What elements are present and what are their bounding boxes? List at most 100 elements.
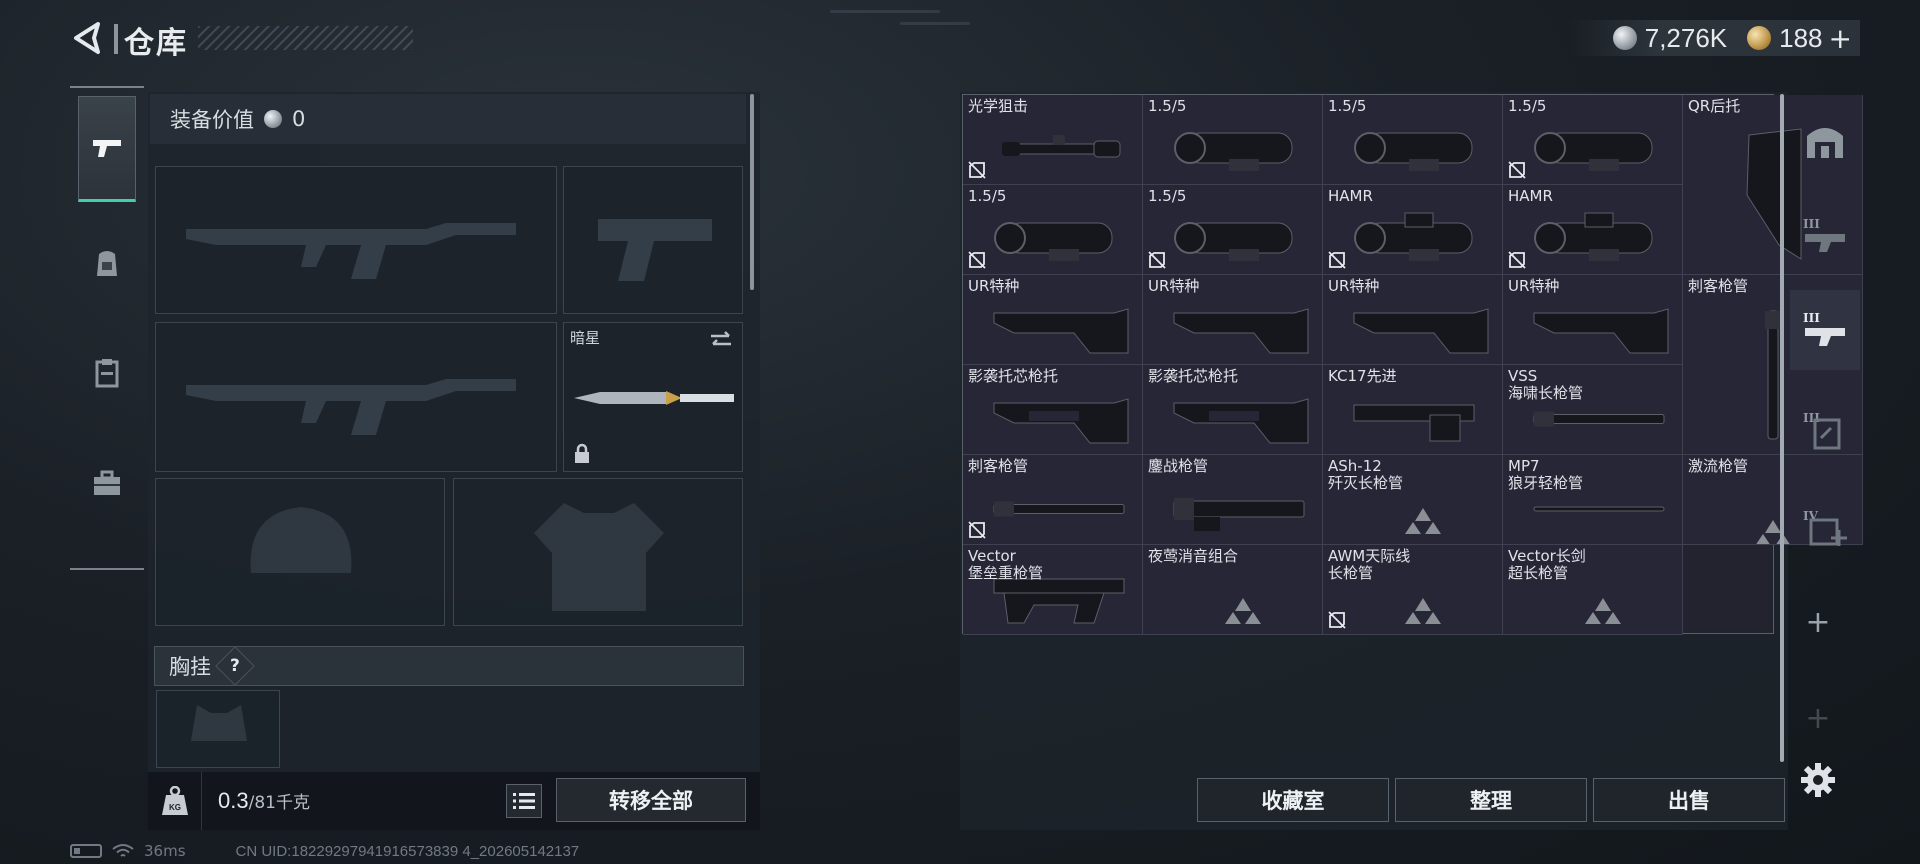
- status-bar: 36ms CN UID:18229297941916573839 4_20260…: [70, 842, 579, 860]
- storage-item-name: 1.5/5: [968, 187, 1007, 205]
- silver-currency-value: 7,276K: [1644, 22, 1728, 53]
- storage-grid: 光学狙击 1.5/5 1.5/5 1.5/5 QR后托 1.5/5 1.5/5 H…: [962, 94, 1863, 635]
- item-stock-icon: [1353, 308, 1489, 354]
- tab-storage-3[interactable]: III: [1790, 196, 1860, 276]
- sidearm-slot[interactable]: [563, 166, 743, 314]
- ping-value: 36ms: [144, 842, 186, 860]
- clipboard-icon: [95, 359, 119, 388]
- tab-weapons[interactable]: [78, 96, 136, 202]
- background-streak: [830, 10, 940, 13]
- chest-rig-slot[interactable]: [156, 690, 280, 768]
- storage-item-name: 光学狙击: [968, 97, 1029, 115]
- storage-item[interactable]: Vector长剑 超长枪管: [1503, 545, 1683, 635]
- bound-item-icon: [1508, 161, 1526, 179]
- storage-item[interactable]: 夜莺消音组合: [1143, 545, 1323, 635]
- storage-item[interactable]: ASh-12 歼灭长枪管: [1323, 455, 1503, 545]
- storage-scrollbar[interactable]: [1780, 94, 1784, 762]
- storage-item[interactable]: AWM天际线 长枪管: [1323, 545, 1503, 635]
- rifle-silhouette-icon: [186, 379, 516, 435]
- storage-item[interactable]: 1.5/5: [1143, 185, 1323, 275]
- storage-item-name: 1.5/5: [1148, 187, 1187, 205]
- list-view-button[interactable]: [506, 784, 542, 818]
- storage-item-name: AWM天际线 长枪管: [1328, 547, 1411, 582]
- chest-rig-silhouette-icon: [191, 705, 247, 741]
- storage-item[interactable]: 光学狙击: [963, 95, 1143, 185]
- storage-item[interactable]: VSS 海啸长枪管: [1503, 365, 1683, 455]
- rarity-triangles-icon: [1405, 508, 1441, 534]
- primary-weapon-slot[interactable]: [155, 166, 557, 314]
- storage-item[interactable]: UR特种: [1323, 275, 1503, 365]
- carry-weight-max: /81千克: [248, 793, 310, 813]
- tab-supplies[interactable]: [78, 430, 136, 536]
- item-barrel-vertical-icon: [1765, 310, 1781, 440]
- equipment-scrollbar[interactable]: [750, 94, 754, 290]
- melee-item-name: 暗星: [570, 329, 601, 347]
- storage-item[interactable]: 1.5/5: [963, 185, 1143, 275]
- melee-slot[interactable]: 暗星: [563, 322, 743, 472]
- storage-item-name: 影袭托芯枪托: [968, 367, 1059, 385]
- storage-item[interactable]: 刺客枪管: [963, 455, 1143, 545]
- storage-item[interactable]: HAMR: [1323, 185, 1503, 275]
- storage-item-name: 1.5/5: [1328, 97, 1367, 115]
- swap-icon[interactable]: [708, 327, 734, 353]
- bound-item-icon: [968, 521, 986, 539]
- storage-item-name: KC17先进: [1328, 367, 1397, 385]
- rarity-triangles-icon: [1405, 598, 1441, 624]
- carry-weight-current: 0.3: [218, 788, 249, 813]
- transfer-all-button[interactable]: 转移全部: [556, 778, 746, 822]
- collection-room-button[interactable]: 收藏室: [1197, 778, 1389, 822]
- svg-text:III: III: [1803, 217, 1820, 231]
- storage-item[interactable]: KC17先进: [1323, 365, 1503, 455]
- tab-armor[interactable]: [78, 320, 136, 426]
- helmet-slot[interactable]: [155, 478, 445, 626]
- silver-coin-icon: [264, 110, 282, 128]
- settings-gear-icon[interactable]: [1800, 762, 1836, 798]
- weight-kg-icon: KG: [148, 772, 202, 830]
- storage-item[interactable]: HAMR: [1503, 185, 1683, 275]
- add-storage-button[interactable]: +: [1800, 604, 1836, 640]
- storage-item[interactable]: 1.5/5: [1323, 95, 1503, 185]
- organize-button[interactable]: 整理: [1395, 778, 1587, 822]
- backpack-icon: [97, 251, 117, 276]
- storage-item[interactable]: 影袭托芯枪托: [1143, 365, 1323, 455]
- secondary-weapon-slot[interactable]: [155, 322, 557, 472]
- storage-item[interactable]: 1.5/5: [1143, 95, 1323, 185]
- storage-item-name: 激流枪管: [1688, 457, 1749, 475]
- back-button[interactable]: [68, 18, 108, 58]
- storage-item[interactable]: Vector 堡垒重枪管: [963, 545, 1143, 635]
- body-armor-slot[interactable]: [453, 478, 743, 626]
- storage-item-name: 1.5/5: [1508, 97, 1547, 115]
- item-stock-skeletal-icon: [1173, 398, 1309, 444]
- storage-item[interactable]: UR特种: [1143, 275, 1323, 365]
- armor-vest-silhouette-icon: [534, 503, 664, 611]
- rarity-triangles-icon: [1756, 520, 1790, 544]
- tab-storage-3-case[interactable]: III: [1790, 390, 1860, 470]
- storage-item[interactable]: UR特种: [963, 275, 1143, 365]
- storage-item[interactable]: MP7 狼牙轻枪管: [1503, 455, 1683, 545]
- add-storage-button-disabled: +: [1805, 700, 1831, 736]
- sell-button[interactable]: 出售: [1593, 778, 1785, 822]
- storage-item[interactable]: 1.5/5: [1503, 95, 1683, 185]
- equipment-value: 0: [292, 107, 306, 131]
- carry-weight: 0.3/81千克: [218, 788, 310, 814]
- storage-item[interactable]: 影袭托芯枪托: [963, 365, 1143, 455]
- title-separator: [114, 24, 118, 54]
- item-optic-icon: [994, 222, 1113, 261]
- item-optic-hamr-icon: [1354, 212, 1473, 261]
- storage-tier-3-icon: III: [1803, 411, 1841, 450]
- pistol-silhouette-icon: [598, 219, 712, 281]
- storage-tier-3-icon: III: [1803, 311, 1845, 346]
- bound-item-icon: [968, 161, 986, 179]
- storage-item[interactable]: 鏖战枪管: [1143, 455, 1323, 545]
- add-currency-button[interactable]: +: [1829, 22, 1852, 55]
- storage-item[interactable]: UR特种: [1503, 275, 1683, 365]
- chest-rig-header: 胸挂 ?: [154, 646, 744, 686]
- storage-item-name: QR后托: [1688, 97, 1741, 115]
- tab-storage-3-active[interactable]: III: [1790, 290, 1860, 370]
- tab-storage-all[interactable]: [1790, 100, 1860, 180]
- storage-tier-4-icon: IV: [1803, 509, 1847, 546]
- tab-storage-4[interactable]: IV: [1790, 488, 1860, 568]
- tab-backpack[interactable]: [78, 210, 136, 316]
- help-button[interactable]: ?: [215, 646, 255, 686]
- storage-item-name: Vector 堡垒重枪管: [968, 547, 1044, 582]
